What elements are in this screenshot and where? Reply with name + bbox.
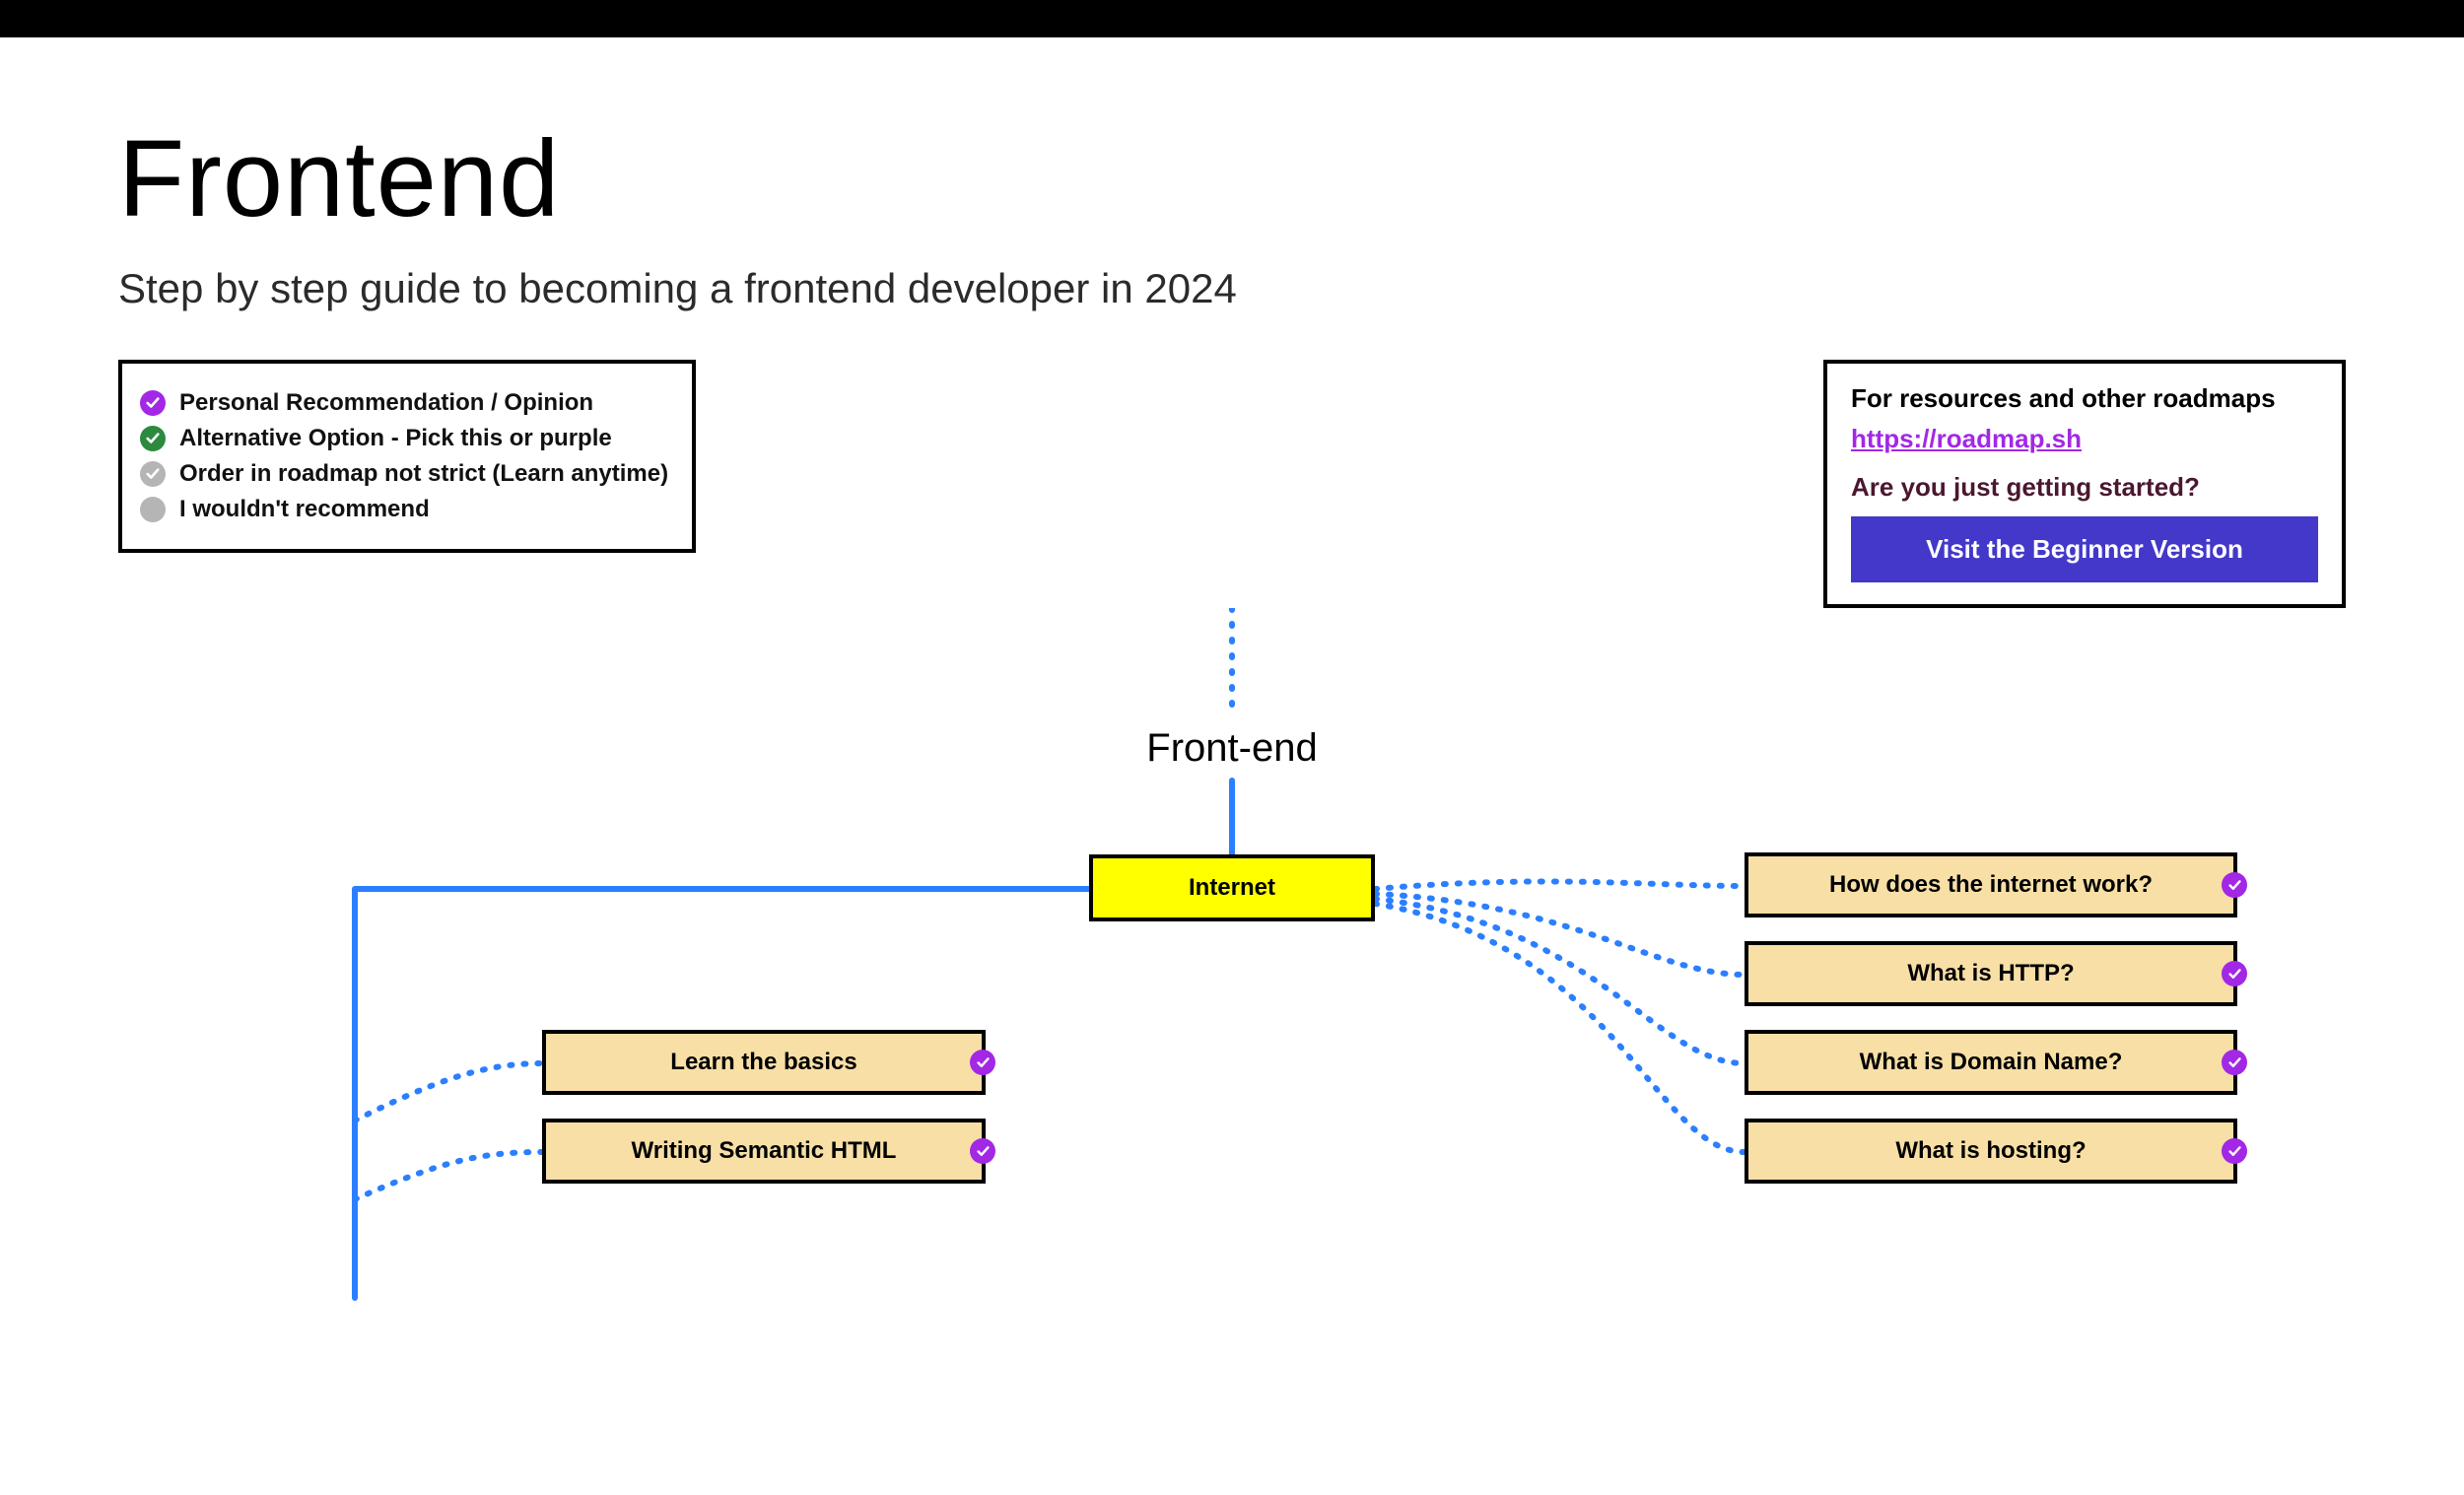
node-hosting[interactable]: What is hosting? <box>1745 1119 2237 1184</box>
page-title: Frontend <box>118 116 2346 241</box>
legend-item: Alternative Option - Pick this or purple <box>140 425 668 452</box>
resources-link[interactable]: https://roadmap.sh <box>1851 424 2318 454</box>
legend-label: Personal Recommendation / Opinion <box>179 389 593 417</box>
node-how-internet-works[interactable]: How does the internet work? <box>1745 852 2237 917</box>
resources-question: Are you just getting started? <box>1851 472 2318 503</box>
node-label: What is Domain Name? <box>1860 1049 2123 1076</box>
check-icon <box>140 461 166 487</box>
legend-label: Order in roadmap not strict (Learn anyti… <box>179 460 668 488</box>
node-learn-basics[interactable]: Learn the basics <box>542 1030 986 1095</box>
node-label: Internet <box>1189 874 1275 902</box>
node-label: What is HTTP? <box>1907 960 2074 987</box>
node-internet[interactable]: Internet <box>1089 854 1375 921</box>
node-what-is-http[interactable]: What is HTTP? <box>1745 941 2237 1006</box>
legend-label: I wouldn't recommend <box>179 496 430 523</box>
check-icon <box>970 1138 995 1164</box>
page-content: Frontend Step by step guide to becoming … <box>0 37 2464 1495</box>
legend-item: Personal Recommendation / Opinion <box>140 389 668 417</box>
resources-intro: For resources and other roadmaps <box>1851 383 2318 414</box>
node-label: What is hosting? <box>1895 1137 2086 1165</box>
legend-item: Order in roadmap not strict (Learn anyti… <box>140 460 668 488</box>
legend-label: Alternative Option - Pick this or purple <box>179 425 612 452</box>
roadmap-start-label: Front-end <box>1146 726 1317 771</box>
check-icon <box>2222 961 2247 986</box>
check-icon <box>140 390 166 416</box>
beginner-version-button[interactable]: Visit the Beginner Version <box>1851 516 2318 582</box>
top-bar <box>0 0 2464 37</box>
page-subtitle: Step by step guide to becoming a fronten… <box>118 265 2346 312</box>
node-semantic-html[interactable]: Writing Semantic HTML <box>542 1119 986 1184</box>
check-icon <box>2222 1138 2247 1164</box>
legend-box: Personal Recommendation / Opinion Altern… <box>118 360 696 553</box>
node-label: Writing Semantic HTML <box>632 1137 897 1165</box>
node-label: Learn the basics <box>670 1049 856 1076</box>
node-label: How does the internet work? <box>1829 871 2153 899</box>
dot-icon <box>140 497 166 522</box>
check-icon <box>2222 872 2247 898</box>
check-icon <box>2222 1050 2247 1075</box>
node-domain-name[interactable]: What is Domain Name? <box>1745 1030 2237 1095</box>
check-icon <box>140 426 166 451</box>
legend-item: I wouldn't recommend <box>140 496 668 523</box>
check-icon <box>970 1050 995 1075</box>
resources-box: For resources and other roadmaps https:/… <box>1823 360 2346 608</box>
roadmap-canvas: Front-end Internet How does the internet… <box>118 608 2346 1495</box>
